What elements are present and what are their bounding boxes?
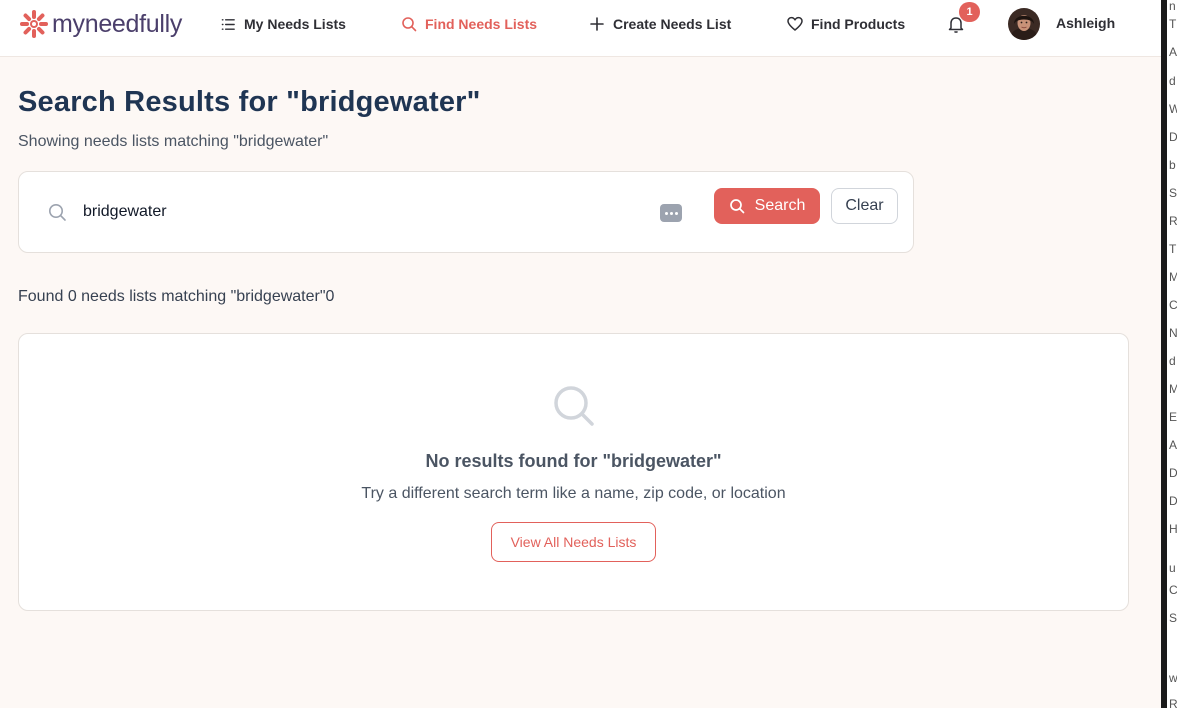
brand-star-icon (20, 10, 48, 38)
side-letter: w (1169, 671, 1177, 685)
clear-button-label: Clear (845, 197, 884, 214)
nav-find-products[interactable]: Find Products (787, 14, 905, 34)
nav-create-needs-list[interactable]: Create Needs List (589, 14, 731, 34)
list-icon (221, 18, 235, 30)
side-letter: d (1169, 74, 1176, 88)
nav-find-needs-lists[interactable]: Find Needs Lists (401, 14, 537, 34)
brand-logo[interactable]: myneedfully (18, 8, 182, 40)
side-letter: M (1169, 270, 1177, 284)
side-letter: R (1169, 697, 1177, 708)
results-card: No results found for "bridgewater" Try a… (18, 333, 1129, 611)
side-letter: C (1169, 298, 1177, 312)
empty-search-icon (552, 384, 596, 428)
clear-button[interactable]: Clear (831, 188, 898, 224)
side-letter: D (1169, 466, 1177, 480)
side-letter: C (1169, 583, 1177, 597)
side-letter: R (1169, 214, 1177, 228)
side-letter: A (1169, 45, 1177, 59)
side-letter: D (1169, 130, 1177, 144)
nav-label: Find Products (811, 16, 906, 32)
side-letter: S (1169, 186, 1177, 200)
empty-state-title: No results found for "bridgewater" (425, 451, 722, 471)
search-button-label: Search (754, 197, 806, 214)
plus-icon (590, 17, 604, 31)
search-input[interactable] (83, 198, 643, 226)
side-letter: H (1169, 522, 1177, 536)
brand-name: myneedfully (52, 9, 183, 38)
nav-label: Find Needs Lists (425, 16, 538, 32)
search-icon (402, 17, 417, 32)
search-icon (729, 199, 744, 214)
side-letter: D (1169, 494, 1177, 508)
side-letter: A (1169, 438, 1177, 452)
empty-state-subtitle: Try a different search term like a name,… (361, 485, 786, 502)
side-letter: u (1169, 561, 1176, 575)
nav-label: My Needs Lists (244, 16, 346, 32)
nav-label: Create Needs List (613, 16, 732, 32)
side-letter: n (1169, 0, 1176, 13)
side-letter: d (1169, 354, 1176, 368)
autofill-more-icon[interactable] (660, 204, 682, 222)
search-button[interactable]: Search (714, 188, 820, 224)
notification-count-badge: 1 (959, 2, 980, 22)
heart-icon (787, 16, 803, 31)
nav-my-needs-lists[interactable]: My Needs Lists (221, 14, 346, 34)
side-letter: b (1169, 158, 1176, 172)
top-navbar: myneedfully My Needs Lists Find Needs Li… (0, 0, 1161, 57)
side-letter: T (1169, 242, 1177, 256)
page: myneedfully My Needs Lists Find Needs Li… (0, 0, 1161, 708)
side-letter: M (1169, 382, 1177, 396)
avatar-photo (1008, 8, 1040, 40)
search-card: Search Clear (18, 171, 914, 253)
search-icon (49, 204, 66, 221)
side-letter: W (1169, 102, 1177, 116)
search-field-icon (47, 202, 67, 222)
page-title: Search Results for "bridgewater" (18, 86, 481, 118)
results-count-text: Found 0 needs lists matching "bridgewate… (18, 288, 335, 305)
user-avatar[interactable] (1008, 8, 1040, 40)
side-letter: E (1169, 410, 1177, 424)
adjacent-window-text-strip: n T A d W D b S R T M C N d M E A D D H … (1167, 0, 1177, 708)
view-all-needs-lists-button[interactable]: View All Needs Lists (491, 522, 656, 562)
user-name[interactable]: Ashleigh (1056, 15, 1115, 31)
side-letter: T (1169, 17, 1177, 31)
page-subtitle: Showing needs lists matching "bridgewate… (18, 133, 329, 150)
side-letter: N (1169, 326, 1177, 340)
side-letter: S (1169, 611, 1177, 625)
view-all-label: View All Needs Lists (510, 534, 637, 550)
